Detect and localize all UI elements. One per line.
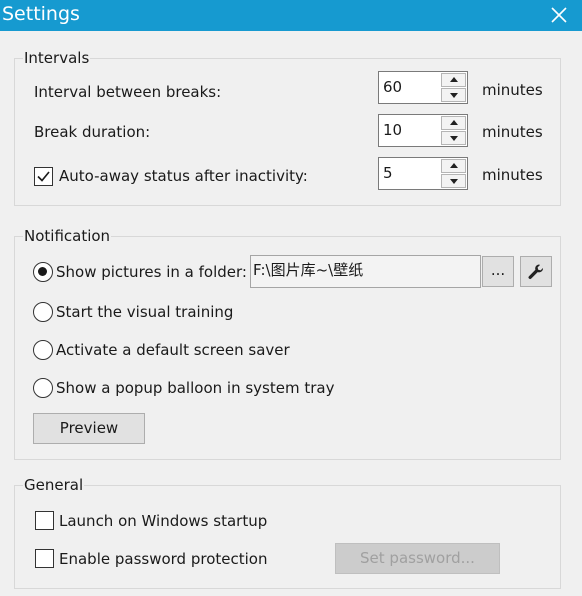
general-group-label: General	[23, 475, 85, 495]
break-interval-spinner[interactable]: 60	[378, 71, 468, 104]
folder-settings-button[interactable]	[520, 256, 552, 287]
radio-screen-saver[interactable]	[33, 340, 53, 360]
notification-group: Notification Show pictures in a folder: …	[14, 226, 561, 460]
break-duration-label: Break duration:	[34, 123, 151, 141]
auto-away-value[interactable]: 5	[383, 163, 393, 183]
close-icon	[551, 7, 567, 23]
show-pictures-label: Show pictures in a folder:	[56, 263, 247, 281]
notification-group-label: Notification	[23, 226, 112, 246]
break-interval-down-button[interactable]	[441, 88, 466, 102]
wrench-icon	[528, 264, 544, 279]
screen-saver-label: Activate a default screen saver	[56, 341, 290, 359]
visual-training-label: Start the visual training	[56, 303, 234, 321]
set-password-button[interactable]: Set password...	[335, 543, 500, 574]
auto-away-label: Auto-away status after inactivity:	[59, 167, 308, 185]
folder-path-value[interactable]: F:\图片库~\壁纸	[253, 260, 363, 280]
close-button[interactable]	[548, 4, 570, 26]
general-group: General Launch on Windows startup Enable…	[14, 475, 561, 589]
auto-away-checkbox[interactable]	[34, 167, 53, 186]
auto-away-down-button[interactable]	[441, 174, 466, 188]
browse-folder-button[interactable]: ...	[482, 256, 514, 287]
break-duration-spinner[interactable]: 10	[378, 114, 468, 147]
radio-popup-balloon[interactable]	[33, 378, 53, 398]
break-duration-down-button[interactable]	[441, 131, 466, 145]
password-protection-label: Enable password protection	[59, 550, 268, 568]
break-interval-unit: minutes	[482, 81, 543, 99]
radio-visual-training[interactable]	[33, 302, 53, 322]
intervals-group: Intervals Interval between breaks: 60 mi…	[14, 48, 561, 206]
radio-show-pictures[interactable]	[33, 262, 53, 282]
folder-path-field[interactable]: F:\图片库~\壁纸	[250, 255, 481, 288]
title-bar: Settings	[0, 0, 582, 31]
checkmark-icon	[37, 171, 50, 182]
auto-away-up-button[interactable]	[441, 159, 466, 173]
preview-button[interactable]: Preview	[33, 413, 145, 444]
break-interval-label: Interval between breaks:	[34, 83, 222, 101]
break-duration-value[interactable]: 10	[383, 120, 402, 140]
window-title: Settings	[2, 3, 80, 25]
password-protection-checkbox[interactable]	[35, 549, 54, 568]
break-duration-unit: minutes	[482, 123, 543, 141]
launch-startup-checkbox[interactable]	[35, 511, 54, 530]
break-duration-up-button[interactable]	[441, 116, 466, 130]
break-interval-value[interactable]: 60	[383, 77, 402, 97]
popup-balloon-label: Show a popup balloon in system tray	[56, 379, 335, 397]
break-interval-up-button[interactable]	[441, 73, 466, 87]
intervals-group-label: Intervals	[23, 48, 91, 68]
auto-away-spinner[interactable]: 5	[378, 157, 468, 190]
auto-away-unit: minutes	[482, 166, 543, 184]
launch-startup-label: Launch on Windows startup	[59, 512, 268, 530]
